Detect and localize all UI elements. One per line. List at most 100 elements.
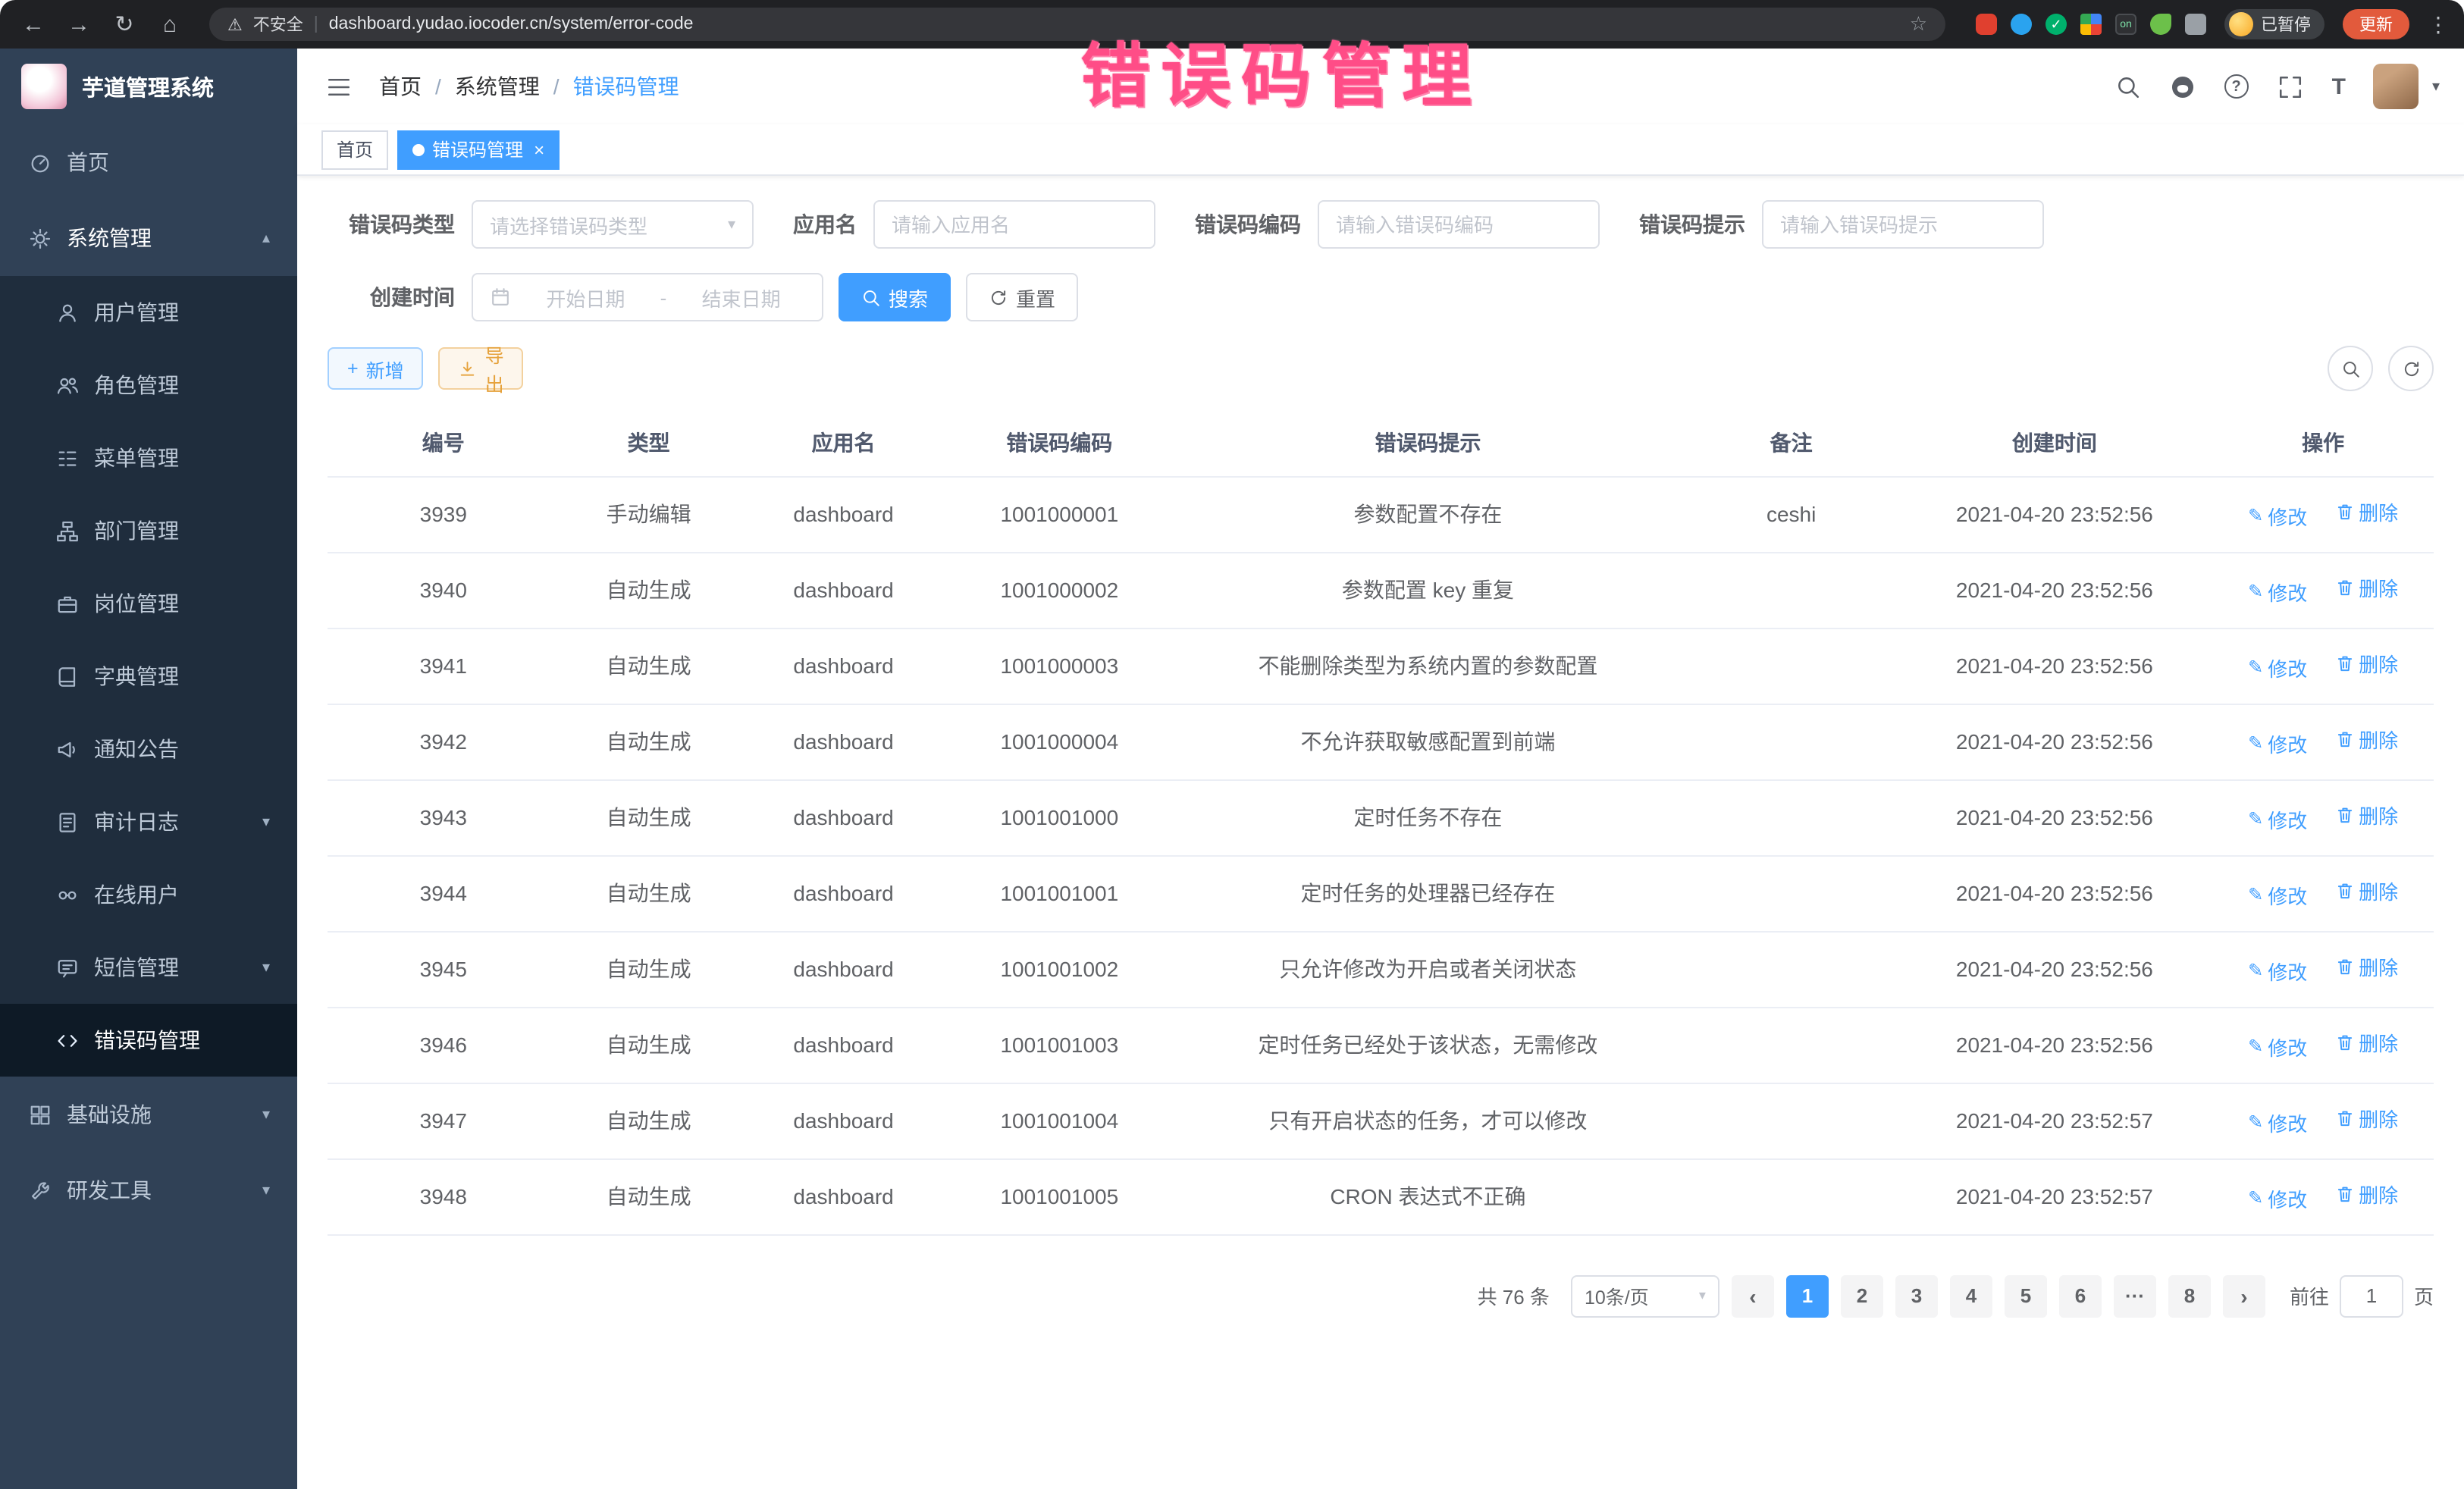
table-row[interactable]: 3939 手动编辑 dashboard 1001000001 参数配置不存在 c… [328, 476, 2434, 552]
grid-extension-icon[interactable] [2080, 14, 2102, 35]
page-button-4[interactable]: 4 [1950, 1274, 1992, 1317]
delete-button[interactable]: 删除 [2334, 726, 2398, 754]
refresh-table-button[interactable] [2388, 346, 2434, 391]
page-button-1[interactable]: 1 [1786, 1274, 1829, 1317]
table-row[interactable]: 3945 自动生成 dashboard 1001001002 只允许修改为开启或… [328, 931, 2434, 1007]
pencil-icon: ✎ [2248, 733, 2263, 754]
delete-button[interactable]: 删除 [2334, 1029, 2398, 1058]
app-logo[interactable]: 芋道管理系统 [0, 49, 297, 124]
github-icon[interactable] [2170, 74, 2196, 99]
toggle-search-button[interactable] [2328, 346, 2373, 391]
sidebar-item-infrastructure[interactable]: 基础设施 ▾ [0, 1077, 297, 1152]
page-button-5[interactable]: 5 [2005, 1274, 2047, 1317]
search-icon[interactable] [2115, 74, 2141, 99]
sidebar-item-dev-tools[interactable]: 研发工具 ▾ [0, 1152, 297, 1228]
error-type-select[interactable]: 请选择错误码类型 ▾ [472, 200, 754, 249]
sidebar-item-roles[interactable]: 角色管理 [0, 349, 297, 422]
sidebar-item-audit-logs[interactable]: 审计日志 ▾ [0, 785, 297, 858]
error-code-input[interactable] [1318, 200, 1600, 249]
blue-extension-icon[interactable] [2011, 14, 2032, 35]
edit-button[interactable]: ✎修改 [2248, 805, 2307, 834]
bookmark-star-icon[interactable]: ☆ [1910, 12, 1927, 36]
edit-button[interactable]: ✎修改 [2248, 729, 2307, 758]
sidebar-item-posts[interactable]: 岗位管理 [0, 567, 297, 640]
page-button-6[interactable]: 6 [2059, 1274, 2102, 1317]
delete-button[interactable]: 删除 [2334, 1105, 2398, 1133]
tag-error-codes[interactable]: 错误码管理 × [397, 130, 560, 169]
edit-button[interactable]: ✎修改 [2248, 502, 2307, 531]
delete-button[interactable]: 删除 [2334, 1180, 2398, 1209]
sidebar-item-menus[interactable]: 菜单管理 [0, 422, 297, 494]
delete-button[interactable]: 删除 [2334, 953, 2398, 982]
sidebar-item-error-codes[interactable]: 错误码管理 [0, 1004, 297, 1077]
error-msg-input[interactable] [1762, 200, 2044, 249]
font-size-icon[interactable]: T [2332, 74, 2344, 99]
sidebar-item-departments[interactable]: 部门管理 [0, 494, 297, 567]
back-icon[interactable]: ← [15, 6, 52, 42]
export-button[interactable]: 导出 [439, 347, 524, 390]
edit-button[interactable]: ✎修改 [2248, 1033, 2307, 1061]
delete-button[interactable]: 删除 [2334, 574, 2398, 603]
page-button-3[interactable]: 3 [1895, 1274, 1938, 1317]
more-pages-button[interactable]: ··· [2114, 1274, 2156, 1317]
help-icon[interactable]: ? [2224, 74, 2249, 99]
cell-msg: 定时任务的处理器已经存在 [1170, 855, 1686, 931]
home-icon[interactable]: ⌂ [152, 6, 188, 42]
address-bar[interactable]: ⚠ 不安全 | dashboard.yudao.iocoder.cn/syste… [209, 8, 1945, 41]
table-row[interactable]: 3943 自动生成 dashboard 1001001000 定时任务不存在 2… [328, 779, 2434, 855]
sidebar-item-notices[interactable]: 通知公告 [0, 713, 297, 785]
forward-icon[interactable]: → [61, 6, 97, 42]
table-row[interactable]: 3941 自动生成 dashboard 1001000003 不能删除类型为系统… [328, 628, 2434, 704]
breadcrumb-system[interactable]: 系统管理 [455, 71, 540, 102]
edit-button[interactable]: ✎修改 [2248, 957, 2307, 986]
next-page-button[interactable]: › [2223, 1274, 2265, 1317]
sidebar-item-home[interactable]: 首页 [0, 124, 297, 200]
on-extension-icon[interactable]: on [2115, 14, 2136, 35]
sidebar-item-online-users[interactable]: 在线用户 [0, 858, 297, 931]
close-icon[interactable]: × [534, 139, 544, 160]
browser-profile-chip[interactable]: 已暂停 [2224, 9, 2324, 39]
table-row[interactable]: 3947 自动生成 dashboard 1001001004 只有开启状态的任务… [328, 1083, 2434, 1158]
edit-button[interactable]: ✎修改 [2248, 578, 2307, 607]
edit-button[interactable]: ✎修改 [2248, 1108, 2307, 1137]
page-button-2[interactable]: 2 [1841, 1274, 1883, 1317]
fullscreen-icon[interactable] [2277, 74, 2303, 99]
delete-button[interactable]: 删除 [2334, 801, 2398, 830]
sidebar-item-users[interactable]: 用户管理 [0, 276, 297, 349]
edit-button[interactable]: ✎修改 [2248, 881, 2307, 910]
date-range-picker[interactable]: 开始日期 - 结束日期 [472, 273, 823, 321]
table-row[interactable]: 3942 自动生成 dashboard 1001000004 不允许获取敏感配置… [328, 704, 2434, 779]
delete-button[interactable]: 删除 [2334, 877, 2398, 906]
breadcrumb-home[interactable]: 首页 [379, 71, 422, 102]
table-row[interactable]: 3944 自动生成 dashboard 1001001001 定时任务的处理器已… [328, 855, 2434, 931]
leaf-extension-icon[interactable] [2150, 14, 2171, 35]
table-row[interactable]: 3948 自动生成 dashboard 1001001005 CRON 表达式不… [328, 1158, 2434, 1234]
delete-button[interactable]: 删除 [2334, 650, 2398, 679]
sidebar-item-dictionary[interactable]: 字典管理 [0, 640, 297, 713]
table-row[interactable]: 3940 自动生成 dashboard 1001000002 参数配置 key … [328, 552, 2434, 628]
search-button[interactable]: 搜索 [839, 273, 951, 321]
app-name-input[interactable] [873, 200, 1155, 249]
avatar-caret-icon[interactable]: ▾ [2432, 78, 2440, 95]
sidebar-item-sms[interactable]: 短信管理 ▾ [0, 931, 297, 1004]
browser-update-button[interactable]: 更新 [2343, 9, 2409, 39]
hamburger-icon[interactable] [321, 70, 355, 103]
tag-home[interactable]: 首页 [321, 130, 388, 169]
reset-button[interactable]: 重置 [966, 273, 1078, 321]
check-extension-icon[interactable]: ✓ [2045, 14, 2067, 35]
browser-menu-icon[interactable]: ⋮ [2428, 11, 2449, 37]
user-avatar[interactable] [2373, 64, 2419, 109]
page-button-8[interactable]: 8 [2168, 1274, 2211, 1317]
table-row[interactable]: 3946 自动生成 dashboard 1001001003 定时任务已经处于该… [328, 1007, 2434, 1083]
puzzle-extension-icon[interactable] [2185, 14, 2206, 35]
delete-button[interactable]: 删除 [2334, 498, 2398, 527]
reload-icon[interactable]: ↻ [106, 6, 143, 42]
edit-button[interactable]: ✎修改 [2248, 654, 2307, 682]
adblock-extension-icon[interactable] [1976, 14, 1997, 35]
page-size-select[interactable]: 10条/页 ▾ [1571, 1274, 1719, 1317]
sidebar-item-system[interactable]: 系统管理 ▴ [0, 200, 297, 276]
edit-button[interactable]: ✎修改 [2248, 1184, 2307, 1213]
goto-page-input[interactable] [2340, 1274, 2403, 1317]
prev-page-button[interactable]: ‹ [1732, 1274, 1774, 1317]
add-button[interactable]: + 新增 [328, 347, 424, 390]
